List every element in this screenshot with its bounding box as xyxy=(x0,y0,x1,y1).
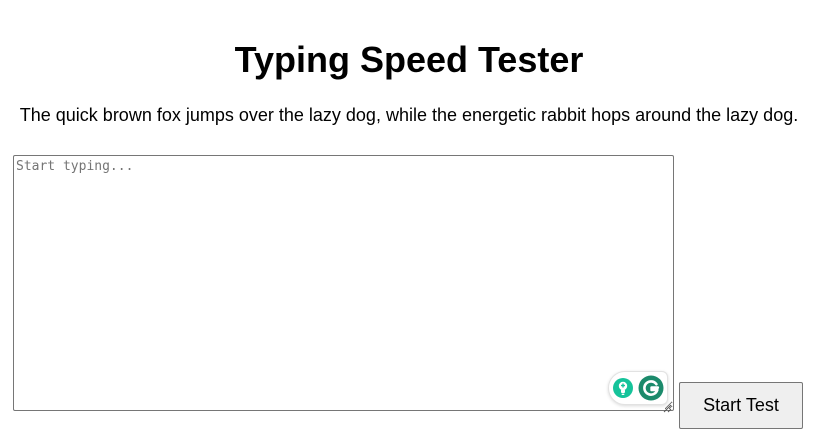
start-test-button[interactable]: Start Test xyxy=(679,382,803,429)
page-title: Typing Speed Tester xyxy=(234,39,584,80)
typing-input[interactable] xyxy=(13,155,674,411)
resize-grip-icon[interactable] xyxy=(663,400,672,413)
grammarly-icon[interactable] xyxy=(638,375,664,401)
test-sentence: The quick brown fox jumps over the lazy … xyxy=(19,105,799,125)
grammarly-widget[interactable] xyxy=(608,371,668,405)
lightbulb-icon[interactable] xyxy=(612,377,634,399)
typing-input-container xyxy=(13,155,674,413)
